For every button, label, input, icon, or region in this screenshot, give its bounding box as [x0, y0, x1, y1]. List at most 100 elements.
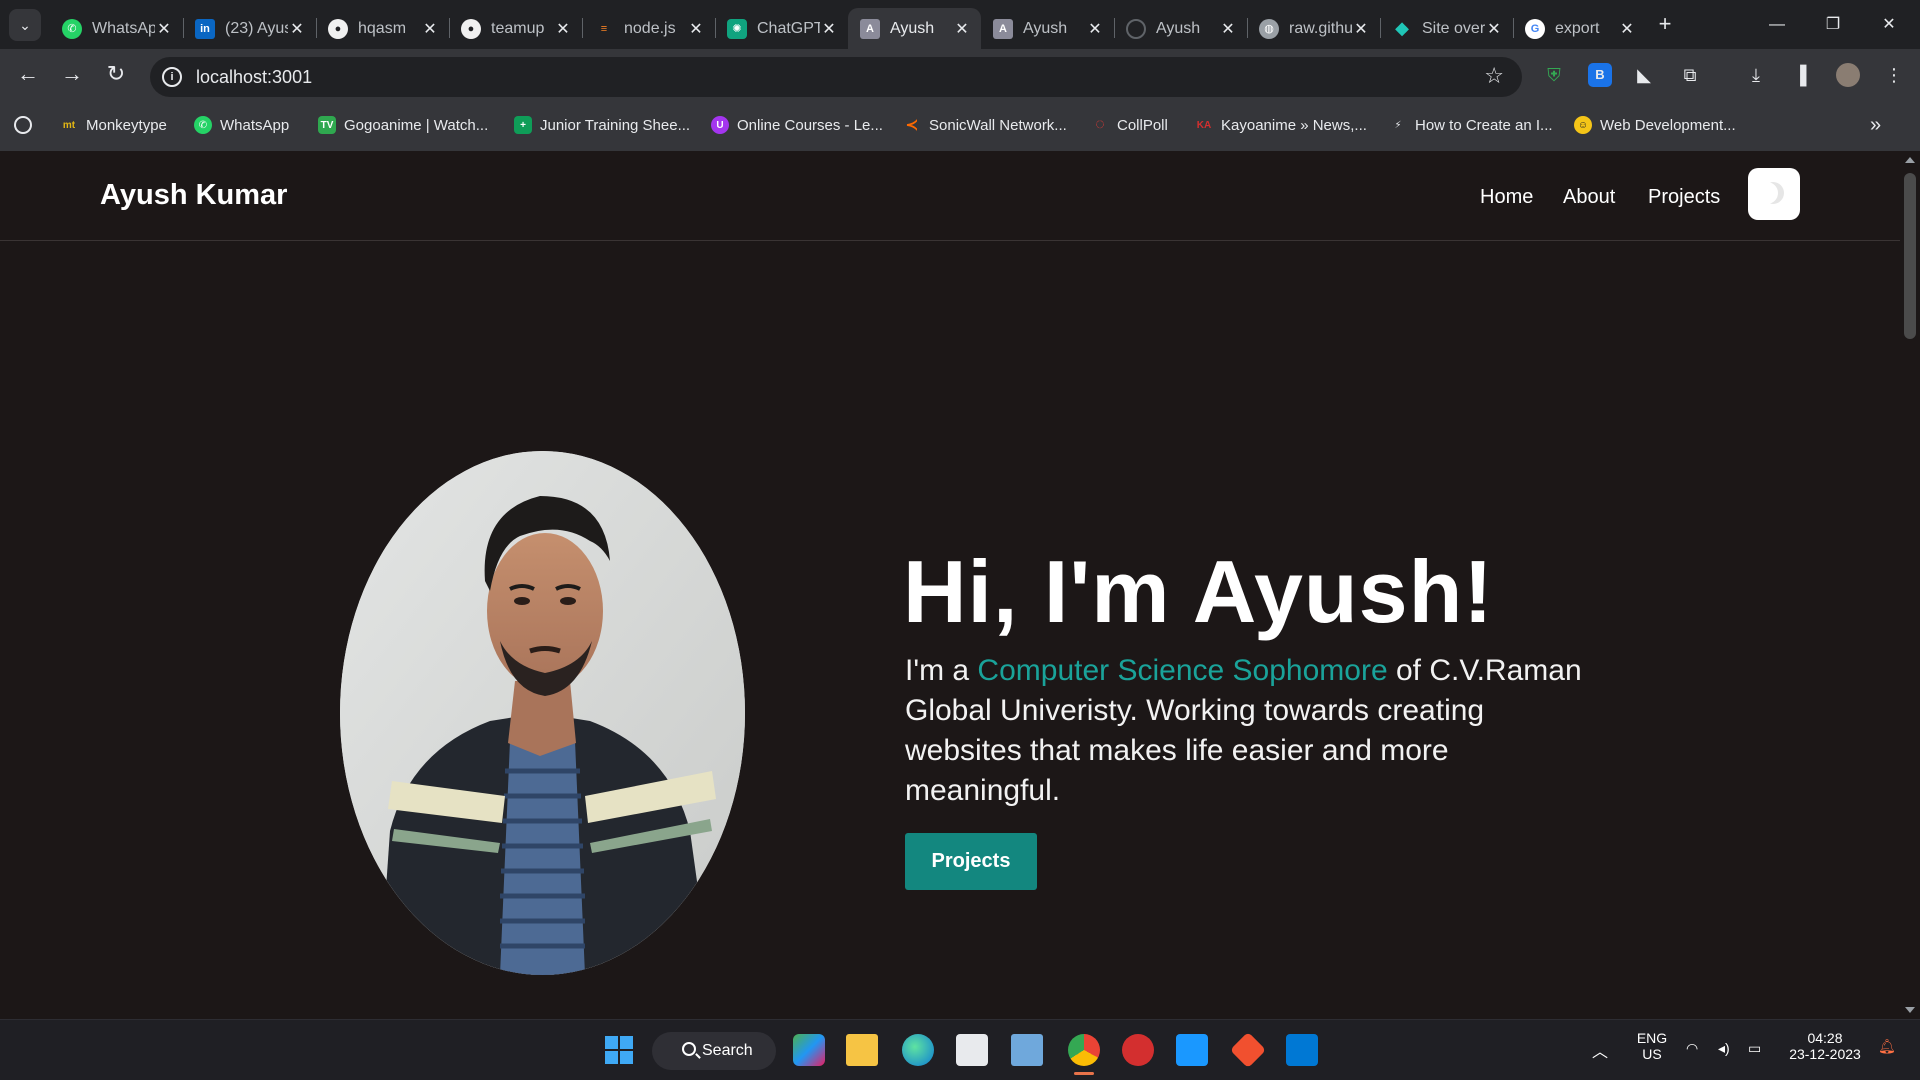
side-panel-icon[interactable]: ▐ — [1788, 63, 1812, 87]
bookmark-udemy[interactable]: U Online Courses - Le... — [711, 113, 883, 137]
tab-linkedin[interactable]: in (23) Ayush ✕ — [183, 8, 316, 49]
nav-projects[interactable]: Projects — [1648, 186, 1720, 209]
tab-raw-github[interactable]: ◍ raw.githubusercontent ✕ — [1247, 8, 1380, 49]
github-icon: ● — [461, 18, 481, 39]
nav-home[interactable]: Home — [1480, 186, 1533, 209]
close-icon: ✕ — [1882, 16, 1896, 33]
chevron-down-icon: ⌄ — [19, 16, 31, 33]
page-scrollbar[interactable] — [1900, 151, 1920, 1019]
search-icon — [682, 1042, 696, 1056]
close-icon[interactable]: ✕ — [1219, 19, 1237, 39]
new-tab-button[interactable]: + — [1652, 12, 1678, 38]
globe-icon: ◍ — [1259, 18, 1279, 39]
vscode-icon[interactable] — [1286, 1034, 1318, 1066]
sheets-icon: + — [514, 116, 532, 134]
close-icon[interactable]: ✕ — [155, 19, 173, 39]
tab-stackoverflow[interactable]: ≡ node.js ✕ — [582, 8, 715, 49]
close-icon[interactable]: ✕ — [554, 19, 572, 39]
close-window-button[interactable]: ✕ — [1866, 10, 1912, 40]
tab-title: hqasm — [358, 19, 407, 37]
scrollbar-thumb[interactable] — [1904, 173, 1916, 339]
tab-github-hqasm[interactable]: ● hqasm ✕ — [316, 8, 449, 49]
reload-button[interactable]: ↻ — [100, 58, 132, 90]
file-explorer-icon[interactable] — [846, 1034, 878, 1066]
bookmark-sonicwall[interactable]: ≺ SonicWall Network... — [903, 113, 1067, 137]
apps-icon[interactable] — [14, 113, 40, 137]
prime-video-icon[interactable] — [1176, 1034, 1208, 1066]
adblock-shield-icon[interactable]: ⛨ — [1542, 63, 1566, 87]
bookmark-how-to-create[interactable]: ⚡ How to Create an I... — [1389, 113, 1552, 137]
bookmark-star-icon[interactable]: ☆ — [1484, 63, 1504, 89]
taskbar-search[interactable]: Search — [652, 1032, 776, 1070]
app-icon[interactable] — [1122, 1034, 1154, 1066]
theme-toggle-button[interactable] — [1748, 168, 1800, 220]
nav-about[interactable]: About — [1563, 186, 1615, 209]
bookmark-gogoanime[interactable]: TV Gogoanime | Watch... — [318, 113, 488, 137]
close-icon[interactable]: ✕ — [288, 19, 306, 39]
address-url[interactable]: localhost:3001 — [196, 67, 312, 88]
bookmark-monkeytype[interactable]: mt Monkeytype — [60, 113, 167, 137]
close-icon[interactable]: ✕ — [1352, 19, 1370, 39]
clock[interactable]: 04:28 23-12-2023 — [1780, 1030, 1870, 1062]
bookmark-whatsapp[interactable]: ✆ WhatsApp — [194, 113, 289, 137]
extension-badge-icon[interactable]: B — [1588, 63, 1612, 87]
site-brand[interactable]: Ayush Kumar — [100, 179, 287, 212]
close-icon[interactable]: ✕ — [953, 19, 971, 39]
address-bar[interactable]: i localhost:3001 ☆ — [150, 57, 1522, 97]
chatgpt-icon: ✺ — [727, 18, 747, 39]
forward-button[interactable]: → — [56, 58, 88, 90]
tab-whatsapp[interactable]: ✆ WhatsApp ✕ — [50, 8, 183, 49]
battery-icon[interactable]: ▭ — [1748, 1040, 1761, 1057]
copilot-icon[interactable] — [793, 1034, 825, 1066]
more-menu-icon[interactable]: ⋮ — [1882, 63, 1906, 87]
tab-ayush-active[interactable]: A Ayush ✕ — [848, 8, 981, 49]
volume-icon[interactable]: ◂) — [1718, 1040, 1730, 1057]
wifi-icon[interactable]: ◠ — [1686, 1040, 1698, 1057]
tab-netlify[interactable]: ◆ Site overview ✕ — [1380, 8, 1513, 49]
language-indicator[interactable]: ENG US — [1634, 1030, 1670, 1062]
tab-title: (23) Ayush — [225, 19, 288, 37]
close-icon[interactable]: ✕ — [421, 19, 439, 39]
hero-intro-prefix: I'm a — [905, 654, 978, 687]
close-icon[interactable]: ✕ — [687, 19, 705, 39]
scroll-up-icon[interactable] — [1905, 157, 1915, 163]
tab-github-teamup[interactable]: ● teamup ✕ — [449, 8, 582, 49]
puzzle-extensions-icon[interactable]: ⧉ — [1678, 63, 1702, 87]
extension-icon[interactable]: ◣ — [1632, 63, 1656, 87]
minimize-button[interactable]: — — [1754, 10, 1800, 40]
restore-button[interactable]: ❐ — [1810, 10, 1856, 40]
browser-tab-bar: ⌄ ✆ WhatsApp ✕ in (23) Ayush ✕ ● hqasm ✕… — [0, 0, 1920, 49]
store-icon[interactable] — [956, 1034, 988, 1066]
hero-description: I'm a Computer Science Sophomore of C.V.… — [905, 651, 1605, 811]
more-bookmarks-icon[interactable]: » — [1870, 113, 1881, 137]
link-icon: ⚡ — [1394, 119, 1402, 131]
back-button[interactable]: ← — [12, 58, 44, 90]
bookmark-web-development[interactable]: ☺ Web Development... — [1574, 113, 1736, 137]
tab-chatgpt[interactable]: ✺ ChatGPT ✕ — [715, 8, 848, 49]
windows-start-icon[interactable] — [603, 1034, 635, 1066]
bookmark-collpoll[interactable]: ◌ CollPoll — [1091, 113, 1168, 137]
photos-icon[interactable] — [1011, 1034, 1043, 1066]
close-icon[interactable]: ✕ — [1618, 19, 1636, 39]
profile-avatar[interactable] — [1836, 63, 1860, 87]
scroll-down-icon[interactable] — [1905, 1007, 1915, 1013]
tab-ayush-2[interactable]: A Ayush ✕ — [981, 8, 1114, 49]
notification-bell-icon[interactable]: 🔔︎ — [1878, 1038, 1896, 1055]
chrome-icon[interactable] — [1068, 1034, 1100, 1066]
close-icon[interactable]: ✕ — [1086, 19, 1104, 39]
tab-title: Ayush — [1023, 19, 1068, 37]
site-info-icon[interactable]: i — [162, 67, 182, 87]
git-icon[interactable] — [1229, 1031, 1267, 1069]
hero-title: Hi, I'm Ayush! — [903, 542, 1494, 641]
bookmark-junior-training[interactable]: + Junior Training Shee... — [514, 113, 690, 137]
chevron-up-icon[interactable]: ︿ — [1592, 1038, 1608, 1062]
download-icon[interactable]: ⤓ — [1744, 63, 1768, 87]
edge-icon[interactable] — [902, 1034, 934, 1066]
close-icon[interactable]: ✕ — [820, 19, 838, 39]
tab-ayush-3[interactable]: Ayush ✕ — [1114, 8, 1247, 49]
projects-button[interactable]: Projects — [905, 833, 1037, 890]
close-icon[interactable]: ✕ — [1485, 19, 1503, 39]
bookmark-kayoanime[interactable]: KA Kayoanime » News,... — [1195, 113, 1367, 137]
tab-google-export[interactable]: G export ✕ — [1513, 8, 1646, 49]
tab-search-button[interactable]: ⌄ — [9, 9, 41, 41]
